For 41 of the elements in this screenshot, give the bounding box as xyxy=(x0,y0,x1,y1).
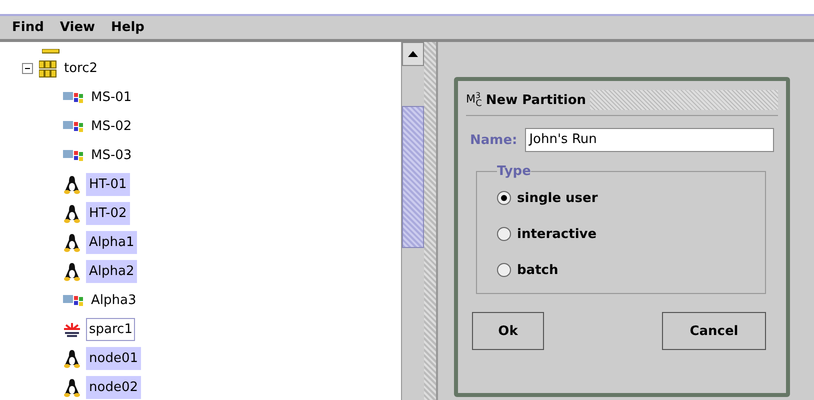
tree-node[interactable]: Alpha2 xyxy=(86,260,138,283)
windows-computer-icon xyxy=(62,90,84,106)
dialog-title: New Partition xyxy=(486,92,586,108)
scroll-thumb[interactable] xyxy=(402,106,424,248)
penguin-icon xyxy=(62,348,82,368)
sun-icon xyxy=(62,320,82,338)
penguin-icon xyxy=(62,204,82,224)
scroll-up-button[interactable] xyxy=(402,42,424,66)
collapse-toggle[interactable] xyxy=(22,63,33,74)
radio-option[interactable]: batch xyxy=(497,257,745,283)
windows-computer-icon xyxy=(62,148,84,164)
menu-item[interactable]: Help xyxy=(111,20,144,35)
penguin-icon xyxy=(62,262,82,282)
tree-node[interactable]: sparc1 xyxy=(86,318,136,341)
penguin-icon xyxy=(62,378,82,398)
menu-item[interactable]: Find xyxy=(12,20,44,35)
windows-computer-icon xyxy=(62,292,84,308)
windows-computer-icon xyxy=(62,118,84,134)
tree-node[interactable]: MS-03 xyxy=(88,144,135,167)
cluster-icon xyxy=(39,60,57,78)
menu-item[interactable]: View xyxy=(60,20,96,35)
group-title: Type xyxy=(497,164,531,179)
name-label: Name: xyxy=(470,132,518,148)
cluster-icon xyxy=(42,49,60,54)
tree-node[interactable]: MS-02 xyxy=(88,115,135,138)
tree-node[interactable]: HT-02 xyxy=(86,202,130,225)
tree-node[interactable]: node01 xyxy=(86,347,141,370)
up-arrow-icon xyxy=(408,51,418,57)
tree-node[interactable]: Alpha3 xyxy=(88,289,140,312)
radio-option[interactable]: interactive xyxy=(497,221,745,247)
penguin-icon xyxy=(62,232,82,252)
name-field[interactable]: John's Run xyxy=(525,128,774,152)
cancel-button[interactable]: Cancel xyxy=(662,312,766,350)
ok-button[interactable]: Ok xyxy=(472,312,544,350)
tree-node[interactable]: torc2 xyxy=(61,57,101,80)
tree-node[interactable]: Alpha1 xyxy=(86,231,138,254)
tree-node[interactable]: node02 xyxy=(86,376,141,399)
radio-option[interactable]: single user xyxy=(497,185,745,211)
penguin-icon xyxy=(62,174,82,194)
tree-node[interactable]: HT-01 xyxy=(86,173,130,196)
tree-node[interactable]: MS-01 xyxy=(88,86,135,109)
